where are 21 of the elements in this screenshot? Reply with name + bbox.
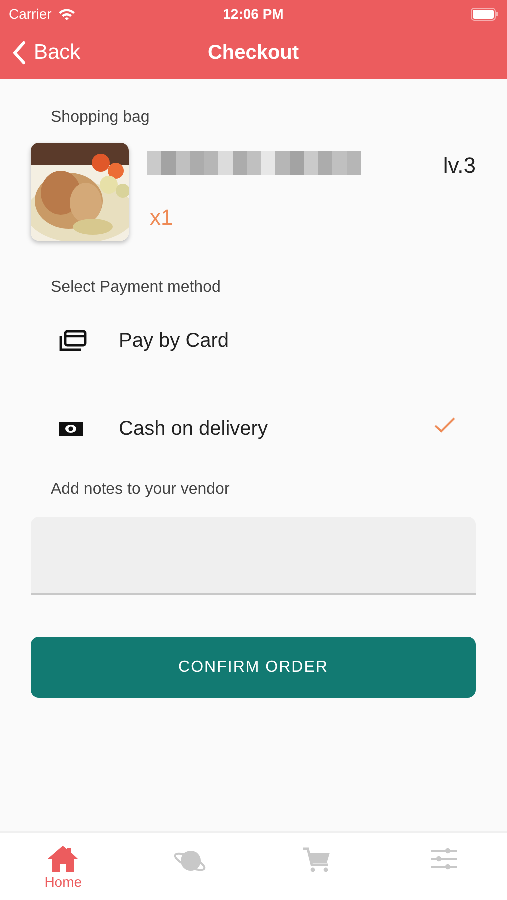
payment-option[interactable]: Cash on delivery [31, 385, 476, 473]
page-title: Checkout [208, 42, 300, 64]
carrier-label: Carrier [9, 6, 52, 22]
section-heading: Select Payment method [51, 279, 222, 297]
banknote-icon [59, 422, 83, 436]
home-icon [47, 845, 80, 873]
battery-icon [471, 8, 499, 20]
level-label: lv.3 [443, 153, 476, 179]
quantity-label: x1 [150, 205, 174, 231]
sliders-icon [430, 847, 458, 871]
notes-field[interactable] [31, 517, 476, 595]
chevron-left-icon [12, 41, 26, 65]
cart-icon [302, 847, 332, 873]
section-heading: Add notes to your vendor [51, 481, 231, 499]
payment-option[interactable]: Pay by Card [31, 297, 476, 385]
clock-time: 12:06 PM [223, 6, 284, 22]
cards-icon [59, 330, 87, 352]
back-button[interactable]: Back [0, 41, 81, 65]
confirm-order-button[interactable]: CONFIRM ORDER [31, 637, 476, 698]
section-heading: Shopping bag [51, 109, 151, 127]
wifi-icon [58, 8, 76, 20]
